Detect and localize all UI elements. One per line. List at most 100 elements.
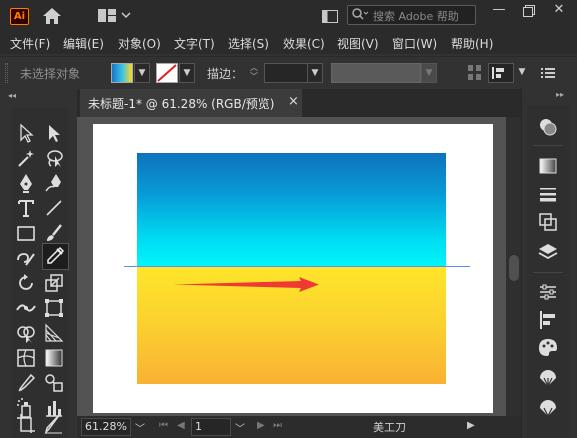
- red-arrow-shape[interactable]: [173, 276, 323, 294]
- status-menu-arrow[interactable]: ▶: [467, 420, 475, 431]
- canvas-area[interactable]: [77, 117, 521, 416]
- status-bar: 61.28% ﹀ ⏮ ◀ 1 ﹀ ▶ ⏭ 美工刀 ▶: [77, 416, 521, 438]
- panel-menu-icon[interactable]: [541, 67, 555, 82]
- menu-effect[interactable]: 效果(C): [283, 35, 325, 52]
- align-options-icon[interactable]: [488, 63, 514, 83]
- current-tool-status: 美工刀: [373, 421, 406, 434]
- eyedropper-tool-icon[interactable]: [42, 243, 69, 270]
- panel-separator: [533, 272, 563, 273]
- shaper-tool-icon[interactable]: [14, 246, 38, 270]
- line-segment-tool-icon[interactable]: [42, 196, 66, 220]
- document-tab[interactable]: 未标题-1* @ 61.28% (RGB/预览) ×: [80, 89, 302, 117]
- document-tab-title: 未标题-1* @ 61.28% (RGB/预览): [88, 97, 275, 111]
- type-tool-icon[interactable]: [14, 196, 38, 220]
- color-guide-panel-icon[interactable]: [536, 336, 560, 360]
- style-dropdown-arrow[interactable]: ▼: [421, 63, 437, 83]
- transparency-panel-icon[interactable]: [536, 210, 560, 234]
- selection-tool-icon[interactable]: [14, 121, 38, 145]
- arrange-documents-icon[interactable]: [322, 10, 338, 26]
- paintbrush-tool-icon[interactable]: [42, 221, 66, 245]
- swatches-panel-icon[interactable]: [536, 366, 560, 390]
- zoom-level: 61.28%: [85, 420, 127, 433]
- restore-button[interactable]: [514, 0, 544, 22]
- illustrator-logo: Ai: [10, 8, 29, 25]
- menu-help[interactable]: 帮助(H): [451, 35, 493, 52]
- workspace-layout-icon[interactable]: [98, 9, 132, 26]
- stroke-panel-icon[interactable]: [536, 182, 560, 206]
- align-grid-icon[interactable]: [468, 65, 482, 84]
- rectangle-tool-icon[interactable]: [14, 221, 38, 245]
- stroke-color-dropdown[interactable]: ▼: [179, 63, 195, 83]
- search-placeholder: 搜索 Adobe 帮助: [373, 10, 459, 23]
- stroke-swatch[interactable]: [156, 63, 178, 83]
- menu-window[interactable]: 窗口(W): [392, 35, 437, 52]
- menu-select[interactable]: 选择(S): [228, 35, 269, 52]
- blue-gradient-rectangle[interactable]: [137, 153, 446, 267]
- right-panel-dock: ▸▸: [521, 88, 577, 438]
- curvature-tool-icon[interactable]: [42, 171, 66, 195]
- menu-edit[interactable]: 编辑(E): [63, 35, 104, 52]
- first-artboard-icon[interactable]: ⏮: [159, 420, 168, 431]
- scale-tool-icon[interactable]: [42, 271, 66, 295]
- menu-file[interactable]: 文件(F): [10, 35, 50, 52]
- free-transform-tool-icon[interactable]: [42, 296, 66, 320]
- align-options-dropdown[interactable]: ▼: [514, 63, 530, 83]
- panel-icon-column: [527, 105, 569, 438]
- lasso-tool-icon[interactable]: [42, 146, 66, 170]
- stroke-weight-input[interactable]: [264, 63, 308, 83]
- zoom-level-field[interactable]: 61.28%: [81, 418, 131, 436]
- width-tool-icon[interactable]: [14, 296, 38, 320]
- next-artboard-icon[interactable]: ▶: [257, 420, 265, 431]
- close-window-button[interactable]: ✕: [544, 0, 574, 22]
- previous-artboard-icon[interactable]: ◀: [177, 420, 185, 431]
- direct-selection-tool-icon[interactable]: [42, 121, 66, 145]
- brushes-panel-icon[interactable]: [536, 396, 560, 420]
- properties-panel-icon[interactable]: [536, 280, 560, 304]
- vertical-scroll-thumb[interactable]: [509, 255, 519, 281]
- fill-swatch[interactable]: [111, 63, 133, 83]
- artboard[interactable]: [93, 124, 493, 413]
- layers-panel-icon[interactable]: [536, 240, 560, 264]
- tools-panel: ◂◂: [0, 88, 77, 438]
- search-icon: [351, 7, 369, 24]
- fill-dropdown[interactable]: ▼: [134, 63, 150, 83]
- control-bar: 未选择对象 ▼ ▼ 描边： ︿ ﹀ ▼ ▼ ▼: [0, 56, 577, 88]
- menu-type[interactable]: 文字(T): [174, 35, 215, 52]
- horizontal-guide-line[interactable]: [124, 266, 470, 267]
- shape-builder-tool-icon[interactable]: [14, 321, 38, 345]
- home-icon[interactable]: [42, 7, 62, 28]
- close-tab-icon[interactable]: ×: [288, 94, 299, 109]
- stroke-weight-stepper[interactable]: ︿ ﹀: [246, 63, 262, 83]
- appearance-panel-icon[interactable]: [536, 115, 560, 139]
- last-artboard-icon[interactable]: ⏭: [273, 420, 282, 431]
- collapse-dock-icon[interactable]: ▸▸: [556, 90, 564, 99]
- collapse-toolbar-icon[interactable]: ◂◂: [8, 91, 16, 100]
- align-panel-icon[interactable]: [536, 308, 560, 332]
- mesh-tool-icon[interactable]: [14, 346, 38, 370]
- artboard-tool-icon[interactable]: [14, 411, 38, 433]
- gradient-tool-icon[interactable]: [42, 346, 66, 370]
- vertical-scrollbar[interactable]: [506, 117, 521, 416]
- menu-view[interactable]: 视图(V): [337, 35, 379, 52]
- eyedropper-sample-tool-icon[interactable]: [14, 371, 38, 395]
- perspective-grid-tool-icon[interactable]: [42, 321, 66, 345]
- style-dropdown[interactable]: [331, 63, 421, 83]
- document-tab-bar: 未标题-1* @ 61.28% (RGB/预览) ×: [77, 89, 521, 117]
- panel-grip[interactable]: [5, 63, 8, 83]
- pen-tool-icon[interactable]: [14, 171, 38, 195]
- blend-tool-icon[interactable]: [42, 371, 66, 395]
- artboard-dropdown-arrow[interactable]: ﹀: [235, 420, 245, 435]
- panel-separator: [533, 145, 563, 146]
- title-bar: Ai 搜索 Adobe 帮助 — ✕: [0, 0, 577, 32]
- zoom-dropdown-arrow[interactable]: ﹀: [135, 420, 145, 435]
- gradient-panel-icon[interactable]: [536, 154, 560, 178]
- minimize-button[interactable]: —: [484, 0, 514, 22]
- magic-wand-tool-icon[interactable]: [14, 146, 38, 170]
- search-input[interactable]: 搜索 Adobe 帮助: [347, 5, 476, 25]
- rotate-tool-icon[interactable]: [14, 271, 38, 295]
- menu-bar: 文件(F) 编辑(E) 对象(O) 文字(T) 选择(S) 效果(C) 视图(V…: [0, 32, 577, 54]
- stroke-weight-dropdown[interactable]: ▼: [307, 63, 323, 83]
- artboard-number-field[interactable]: 1: [191, 418, 231, 436]
- slice-tool-icon[interactable]: [42, 411, 66, 435]
- menu-object[interactable]: 对象(O): [118, 35, 161, 52]
